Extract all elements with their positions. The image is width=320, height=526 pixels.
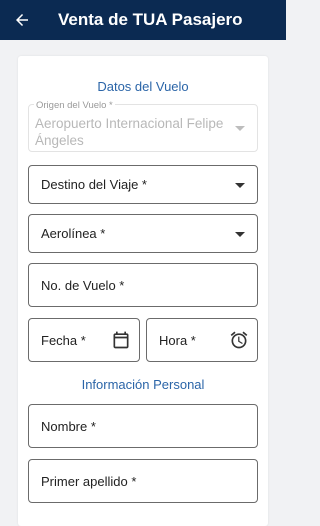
time-label: Hora * <box>159 332 196 348</box>
last-name-input[interactable]: Primer apellido * <box>28 459 258 503</box>
date-label: Fecha * <box>41 332 86 348</box>
airline-select[interactable]: Aerolínea * <box>28 214 258 253</box>
alarm-clock-icon[interactable] <box>229 330 249 350</box>
dropdown-caret-icon <box>235 183 245 188</box>
flight-number-input[interactable]: No. de Vuelo * <box>28 263 258 307</box>
date-field[interactable]: Fecha * <box>28 318 140 362</box>
airline-label: Aerolínea * <box>41 226 106 241</box>
dropdown-caret-icon <box>235 232 245 237</box>
origin-field: Origen del Vuelo * Aeropuerto Internacio… <box>28 100 258 152</box>
calendar-icon[interactable] <box>111 330 131 350</box>
arrow-back-icon <box>16 14 28 26</box>
last-name-label: Primer apellido * <box>41 473 137 489</box>
back-button[interactable] <box>0 0 44 40</box>
time-field[interactable]: Hora * <box>146 318 258 362</box>
destination-select[interactable]: Destino del Viaje * <box>28 165 258 204</box>
origin-field-label: Origen del Vuelo * <box>34 100 115 111</box>
origin-field-value: Aeropuerto Internacional Felipe Ángeles <box>35 116 224 148</box>
dropdown-caret-icon <box>235 126 245 131</box>
destination-label: Destino del Viaje * <box>41 177 147 192</box>
app-bar: Venta de TUA Pasajero <box>0 0 286 40</box>
page-title: Venta de TUA Pasajero <box>58 10 243 29</box>
flight-section-heading: Datos del Vuelo <box>97 79 189 94</box>
first-name-input[interactable]: Nombre * <box>28 404 258 448</box>
first-name-label: Nombre * <box>41 418 96 434</box>
personal-section-heading: Información Personal <box>81 377 205 392</box>
flight-number-label: No. de Vuelo * <box>41 277 125 293</box>
